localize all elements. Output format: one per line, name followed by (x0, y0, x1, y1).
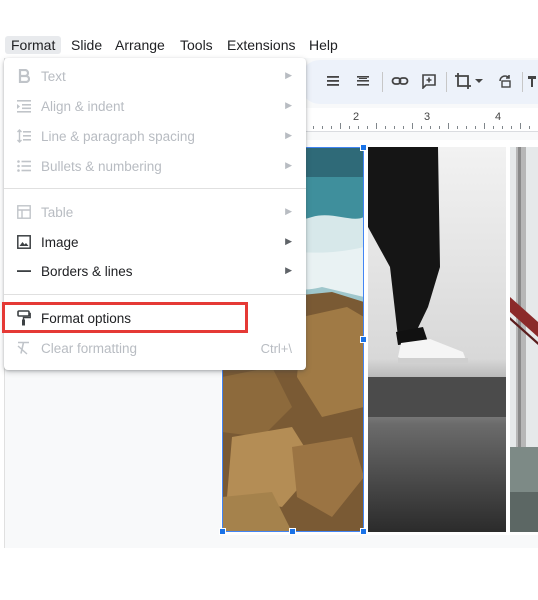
ruler-tick (484, 123, 485, 129)
menu-divider (4, 188, 306, 189)
line-spacing-icon (16, 128, 32, 144)
bridge-photo[interactable] (510, 147, 538, 532)
ruler-tick (313, 126, 314, 129)
ruler-tick (502, 126, 503, 129)
submenu-arrow-icon: ▶ (285, 70, 292, 80)
ruler-tick (331, 126, 332, 129)
ruler-tick (520, 123, 521, 129)
line-spacing-icon[interactable] (352, 70, 374, 92)
ruler-tick (376, 123, 377, 129)
menu-item-bullets-numbering[interactable]: Bullets & numbering ▶ (4, 151, 306, 181)
ruler-label: 3 (424, 111, 431, 123)
link-icon[interactable] (389, 70, 411, 92)
ruler-tick (439, 126, 440, 129)
submenu-arrow-icon: ▶ (285, 160, 292, 170)
sneaker-photo[interactable] (368, 147, 506, 532)
menu-item-label: Line & paragraph spacing (41, 129, 195, 144)
menu-item-text[interactable]: Text ▶ (4, 61, 306, 91)
ruler-tick (403, 126, 404, 129)
menu-item-label: Borders & lines (41, 264, 133, 279)
ruler-tick (412, 123, 413, 129)
line-icon (16, 263, 32, 279)
toolbar-divider (446, 72, 447, 92)
menu-bar: Format Slide Arrange Tools Extensions He… (0, 32, 538, 58)
ruler-tick (493, 126, 494, 129)
menu-item-label: Bullets & numbering (41, 159, 162, 174)
menu-item-label: Image (41, 235, 79, 250)
resize-handle-bottom-left[interactable] (219, 528, 226, 535)
menu-item-align-indent[interactable]: Align & indent ▶ (4, 91, 306, 121)
menu-item-label: Clear formatting (41, 341, 138, 356)
submenu-arrow-icon: ▶ (285, 236, 292, 246)
ruler-tick (349, 126, 350, 129)
menu-item-label: Text (41, 69, 66, 84)
horizontal-ruler: 2 3 4 (300, 108, 538, 132)
ruler-tick (511, 126, 512, 129)
menu-item-line-spacing[interactable]: Line & paragraph spacing ▶ (4, 121, 306, 151)
ruler-tick (367, 126, 368, 129)
ruler-tick (322, 126, 323, 129)
submenu-arrow-icon: ▶ (285, 100, 292, 110)
menu-item-clear-formatting[interactable]: Clear formatting Ctrl+\ (4, 333, 306, 363)
ruler-tick (457, 126, 458, 129)
resize-handle-top-right[interactable] (360, 144, 367, 151)
clear-formatting-icon (16, 340, 32, 356)
menu-item-table[interactable]: Table ▶ (4, 197, 306, 227)
submenu-arrow-icon: ▶ (285, 265, 292, 275)
menu-slide[interactable]: Slide (65, 36, 108, 54)
crop-icon[interactable] (452, 70, 474, 92)
menu-item-label: Table (41, 205, 74, 220)
toolbar-divider (382, 72, 383, 92)
submenu-arrow-icon: ▶ (285, 130, 292, 140)
ruler-tick (475, 126, 476, 129)
image-icon (16, 234, 32, 250)
menu-arrange[interactable]: Arrange (109, 36, 171, 54)
menu-item-image[interactable]: Image ▶ (4, 227, 306, 257)
align-icon[interactable] (322, 70, 344, 92)
format-options-icon[interactable] (526, 70, 538, 92)
add-comment-icon[interactable] (418, 70, 440, 92)
chevron-down-icon[interactable] (472, 70, 486, 92)
menu-divider (4, 294, 306, 295)
submenu-arrow-icon: ▶ (285, 206, 292, 216)
resize-handle-bottom[interactable] (289, 528, 296, 535)
ruler-tick (394, 126, 395, 129)
menu-format[interactable]: Format (5, 36, 62, 54)
ruler-tick (385, 126, 386, 129)
ruler-label: 2 (353, 111, 360, 123)
menu-item-borders-lines[interactable]: Borders & lines ▶ (4, 256, 306, 286)
bulleted-list-icon (16, 158, 32, 174)
menu-help[interactable]: Help (303, 36, 344, 54)
ruler-tick (421, 126, 422, 129)
keyboard-shortcut: Ctrl+\ (260, 341, 292, 356)
ruler-tick (358, 126, 359, 129)
replace-image-icon[interactable] (494, 70, 516, 92)
ruler-label: 4 (495, 111, 502, 123)
ruler-tick (529, 126, 530, 129)
ruler-tick (466, 126, 467, 129)
ruler-tick (340, 123, 341, 129)
resize-handle-right[interactable] (360, 336, 367, 343)
ruler-tick (448, 123, 449, 129)
bold-icon (16, 68, 32, 84)
menu-item-label: Align & indent (41, 99, 125, 114)
toolbar (300, 60, 538, 104)
ruler-tick (430, 126, 431, 129)
menu-extensions[interactable]: Extensions (221, 36, 301, 54)
align-indent-icon (16, 98, 32, 114)
resize-handle-bottom-right[interactable] (360, 528, 367, 535)
highlight-box (2, 302, 248, 333)
table-icon (16, 204, 32, 220)
menu-tools[interactable]: Tools (174, 36, 219, 54)
toolbar-divider (522, 72, 523, 92)
